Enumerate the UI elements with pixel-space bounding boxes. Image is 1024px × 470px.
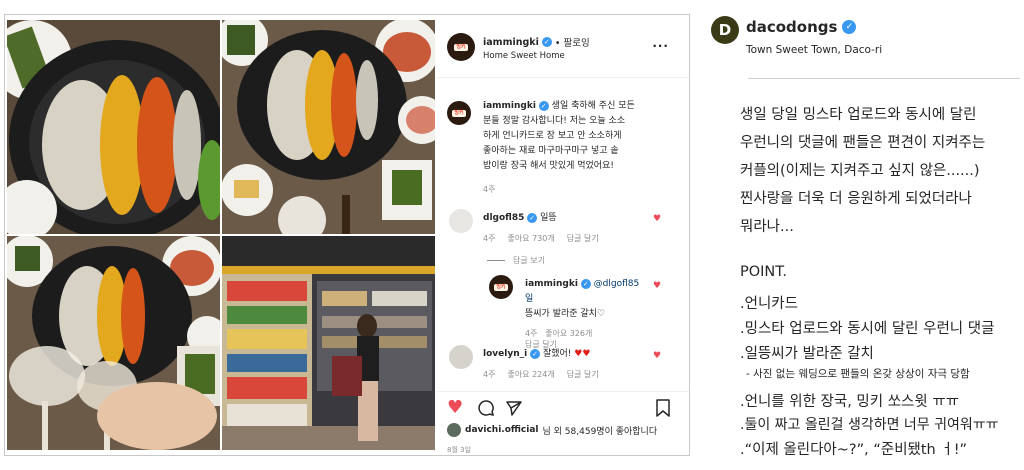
comment-text: 일뜽 <box>540 213 557 223</box>
location-link[interactable]: Home Sweet Home <box>483 51 565 61</box>
comment-icon[interactable] <box>477 399 495 421</box>
comment-likes[interactable]: 좋아요 224개 <box>507 369 554 380</box>
verified-icon: ✓ <box>527 213 538 223</box>
comment-time: 4주 <box>483 234 496 243</box>
caption-line: 분들 정말 감사합니다! 저는 오늘 소소 <box>483 116 626 126</box>
caption-line: 생일 축하해 주신 모든 <box>551 101 635 111</box>
post-header-user: iammingki ✓ • 팔로잉 <box>483 35 590 50</box>
point-item: .“이제 올린다아~?”, “준비됐th ㅓ!” <box>740 442 968 458</box>
point-item: .언니카드 <box>740 296 798 312</box>
comment: dlgofl85 ✓ 일뜽 4주 좋아요 730개 답글 달기 <box>483 211 673 244</box>
reply-button[interactable]: 답글 달기 <box>567 369 599 380</box>
blog-avatar[interactable]: D <box>711 16 739 44</box>
divider <box>748 78 1020 79</box>
photo-rice-bowl-closeup[interactable] <box>7 20 220 234</box>
comment-line: lovelyn_i ✓ 잘했어! ♥♥ <box>483 347 673 362</box>
avatar-text: 밍키 <box>452 109 466 117</box>
heart-icon[interactable]: ♥ <box>447 399 463 417</box>
point-item: .밍스타 업로드와 동시에 달린 우런니 댓글 <box>740 321 995 337</box>
more-icon[interactable]: ··· <box>652 39 669 53</box>
caption-line: 밥이랑 장국 해서 맛있게 먹었어요! <box>483 161 614 171</box>
reply-meta: 4주 좋아요 326개 <box>525 328 645 339</box>
caption: iammingki ✓ 생일 축하해 주신 모든 분들 정말 감사합니다! 저는… <box>483 99 683 195</box>
avatar-text: 밍키 <box>454 43 468 51</box>
point-title: POINT. <box>740 264 788 280</box>
reply-username[interactable]: iammingki <box>525 279 578 289</box>
verified-icon: ✓ <box>842 20 857 34</box>
liker-avatar[interactable] <box>447 423 461 437</box>
caption-username[interactable]: iammingki <box>483 101 536 111</box>
reply-avatar[interactable]: 밍키 <box>489 275 513 299</box>
reply-button[interactable]: 답글 달기 <box>567 233 599 244</box>
caption-meta: 4주 <box>483 184 683 195</box>
reply-time: 4주 <box>525 329 538 338</box>
reply-likes[interactable]: 좋아요 326개 <box>545 329 592 338</box>
reply-line-1: iammingki ✓ @dlgofl85 일 <box>525 277 645 307</box>
comment-heart-icon[interactable]: ♥ <box>653 351 661 361</box>
photo-bowl-with-wine[interactable] <box>7 236 220 450</box>
comment-likes[interactable]: 좋아요 730개 <box>507 233 554 244</box>
blog-location[interactable]: Town Sweet Town, Daco-ri <box>746 44 882 56</box>
likes-summary: davichi.official 님 외 58,459명이 좋아합니다 <box>447 423 657 437</box>
blog-paragraph-line: 커플의(이제는 지켜주고 싶지 않은......) <box>740 163 980 179</box>
blog-username[interactable]: dacodongs <box>746 18 837 36</box>
comment-meta: 4주 좋아요 730개 답글 달기 <box>483 233 673 244</box>
verified-icon: ✓ <box>538 101 549 111</box>
photo-grid[interactable] <box>5 15 435 455</box>
reply-line-2: 뜽씨가 발라준 갈치♡ <box>525 309 606 319</box>
reply-line <box>487 260 505 261</box>
reply-heart-icon[interactable]: ♥ <box>653 281 661 291</box>
blog-paragraph-line: 뭐라나... <box>740 219 794 235</box>
divider <box>437 77 689 78</box>
bookmark-icon[interactable] <box>655 399 671 421</box>
post-sidebar: 밍키 iammingki ✓ • 팔로잉 Home Sweet Home ···… <box>437 15 689 455</box>
divider <box>437 391 689 392</box>
photo-rice-bowl-with-sides[interactable] <box>222 20 435 234</box>
blog-paragraph-line: 생일 당일 밍스타 업로드와 동시에 달린 <box>740 107 977 123</box>
comment: lovelyn_i ✓ 잘했어! ♥♥ 4주 좋아요 224개 답글 달기 <box>483 347 673 380</box>
comment-line: dlgofl85 ✓ 일뜽 <box>483 211 673 226</box>
comment-text: 잘했어! <box>542 349 572 359</box>
comment-avatar[interactable] <box>449 209 473 233</box>
caption-avatar[interactable]: 밍키 <box>447 101 471 125</box>
caption-time: 4주 <box>483 185 496 194</box>
view-replies-label[interactable]: 답글 보기 <box>513 255 545 266</box>
avatar[interactable]: 밍키 <box>447 33 475 61</box>
heart-emoji-icon: ♥♥ <box>574 349 591 359</box>
instagram-post: 밍키 iammingki ✓ • 팔로잉 Home Sweet Home ···… <box>4 14 690 456</box>
blog-paragraph-line: 찐사랑을 더욱 더 응원하게 되었더라나 <box>740 191 972 207</box>
avatar-text: 밍키 <box>494 283 508 291</box>
verified-icon: ✓ <box>541 37 552 47</box>
reply-comment: iammingki ✓ @dlgofl85 일 뜽씨가 발라준 갈치♡ 4주 좋… <box>525 277 645 350</box>
following-label[interactable]: • 팔로잉 <box>555 35 590 49</box>
liker-username[interactable]: davichi.official <box>465 425 539 435</box>
action-bar: ♥ <box>445 399 681 419</box>
caption-line: 좋아하는 재료 마구마구마구 넣고 솥 <box>483 146 619 156</box>
view-replies[interactable]: 답글 보기 <box>487 255 545 266</box>
point-item: .언니를 위한 장국, 밍키 쏘스윗 ㅠㅠ <box>740 394 960 410</box>
post-date: 8월 3일 <box>447 446 472 454</box>
comment-avatar[interactable] <box>449 345 473 369</box>
comment-username[interactable]: dlgofl85 <box>483 213 524 223</box>
verified-icon: ✓ <box>530 349 541 359</box>
comment-heart-icon[interactable]: ♥ <box>653 214 661 224</box>
comment-time: 4주 <box>483 370 496 379</box>
comment-username[interactable]: lovelyn_i <box>483 349 527 359</box>
likes-text[interactable]: 님 외 58,459명이 좋아합니다 <box>543 424 658 437</box>
point-item: .일뜽씨가 발라준 갈치 <box>740 346 874 362</box>
point-item: .둘이 짜고 올린걸 생각하면 너무 귀여워ㅠㅠ <box>740 417 999 433</box>
share-icon[interactable] <box>505 399 523 421</box>
caption-line: 하게 언니카드로 장 보고 안 소소하게 <box>483 131 622 141</box>
photo-supermarket[interactable] <box>222 236 435 450</box>
comment-meta: 4주 좋아요 224개 답글 달기 <box>483 369 673 380</box>
blog-paragraph-line: 우런니의 댓글에 팬들은 편견이 지켜주는 <box>740 135 986 151</box>
blog-panel: D dacodongs ✓ Town Sweet Town, Daco-ri 생… <box>704 0 1024 470</box>
point-note: - 사진 없는 웨딩으로 팬들의 온갖 상상이 자극 당함 <box>746 368 970 380</box>
verified-icon: ✓ <box>580 279 591 289</box>
caption-first-line: iammingki ✓ 생일 축하해 주신 모든 <box>483 99 683 114</box>
username-link[interactable]: iammingki <box>483 37 539 48</box>
blog-user: dacodongs ✓ <box>746 18 857 36</box>
